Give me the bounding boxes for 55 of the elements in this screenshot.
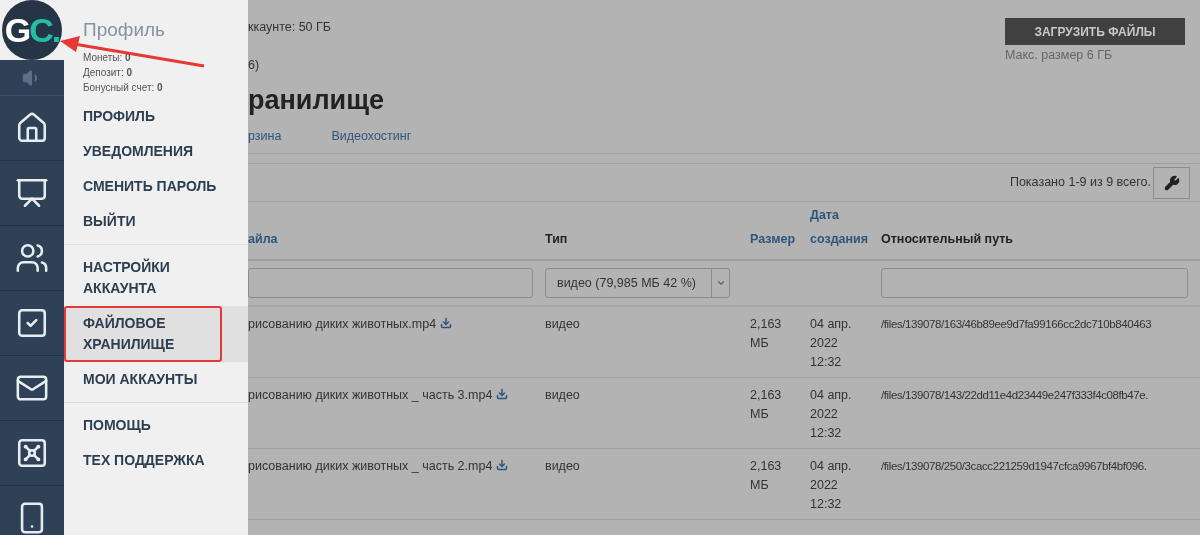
column-header[interactable]: айла	[248, 227, 545, 251]
column-header[interactable]: Дата создания	[810, 203, 881, 251]
users-icon[interactable]	[15, 241, 49, 275]
filter-field[interactable]	[881, 268, 1188, 298]
download-icon[interactable]	[440, 317, 453, 329]
checkbox-icon[interactable]	[15, 306, 49, 340]
table-cell-text: видео	[545, 458, 581, 475]
menu-item[interactable]: ПОМОЩЬ	[64, 408, 248, 443]
file-name-link[interactable]: рисованию диких животных _ часть 2.mp4	[248, 457, 493, 476]
upload-note: Макс. размер 6 ГБ	[1005, 47, 1114, 64]
file-name-link[interactable]: рисованию диких животных.mp4	[248, 315, 437, 334]
table-cell-text: 2,163 МБ	[750, 458, 783, 494]
table-cell-text: 04 апр. 2022 12:32	[810, 316, 853, 371]
menu-item[interactable]: МОИ АККАУНТЫ	[64, 362, 248, 397]
profile-title: Профиль	[83, 18, 167, 42]
download-icon[interactable]	[496, 459, 509, 471]
safe-icon[interactable]	[15, 436, 49, 470]
column-header: Относительный путь	[881, 231, 1015, 248]
download-icon[interactable]	[496, 388, 509, 400]
table-cell-text: 04 апр. 2022 12:32	[810, 458, 853, 513]
page-heading: ранилище	[248, 84, 385, 116]
filter-field[interactable]	[248, 268, 533, 298]
menu-item[interactable]: НАСТРОЙКИ АККАУНТА	[64, 250, 248, 306]
settings-button[interactable]	[1153, 166, 1190, 199]
wrench-icon	[1163, 174, 1180, 191]
column-header[interactable]: Размер	[750, 227, 810, 251]
logo[interactable]: GC.	[2, 0, 62, 60]
upload-button[interactable]: ЗАГРУЗИТЬ ФАЙЛЫ	[1005, 18, 1185, 45]
balance-text: Бонусный счет: 0	[83, 81, 164, 95]
caret-icon	[715, 278, 726, 288]
count-text: 6)	[248, 57, 261, 74]
tab[interactable]: рзина	[248, 127, 282, 145]
menu-item[interactable]: ФАЙЛОВОЕ ХРАНИЛИЩЕ	[64, 306, 248, 362]
table-cell-text: 2,163 МБ	[750, 387, 783, 423]
type-select[interactable]: видео (79,985 МБ 42 %)	[545, 268, 730, 298]
storage-text: ккаунте: 50 ГБ	[248, 19, 331, 36]
menu-item[interactable]: СМЕНИТЬ ПАРОЛЬ	[64, 169, 248, 204]
column-header: Тип	[545, 231, 569, 248]
balance-text: Депозит: 0	[83, 66, 134, 80]
summary-text: Показано 1-9 из 9 всего.	[1009, 174, 1151, 192]
home-icon[interactable]	[15, 111, 49, 145]
table-cell-text: видео	[545, 316, 581, 333]
tab[interactable]: Видеохостинг	[331, 127, 412, 145]
menu-item[interactable]: ТЕХ ПОДДЕРЖКА	[64, 443, 248, 478]
table-cell-text: /files/139078/163/46b89ee9d7fa99166cc2dc710b840463	[881, 317, 1153, 332]
table-cell-text: видео	[545, 387, 581, 404]
table-cell-text: /files/139078/143/22dd11e4d23449e247f333f4c08fb47e.	[881, 388, 1150, 403]
file-name-link[interactable]: рисованию диких животных _ часть 3.mp4	[248, 386, 493, 405]
table-cell-text: /files/139078/250/3cacc221259d1947cfca9967bf4bf096.	[881, 459, 1148, 474]
table-cell-text: 2,163 МБ	[750, 316, 783, 352]
chart-board-icon[interactable]	[15, 176, 49, 210]
menu-item[interactable]: УВЕДОМЛЕНИЯ	[64, 134, 248, 169]
menu-item[interactable]: ВЫЙТИ	[64, 204, 248, 239]
table-cell-text: 04 апр. 2022 12:32	[810, 387, 853, 442]
menu-item[interactable]: ПРОФИЛЬ	[64, 99, 248, 134]
